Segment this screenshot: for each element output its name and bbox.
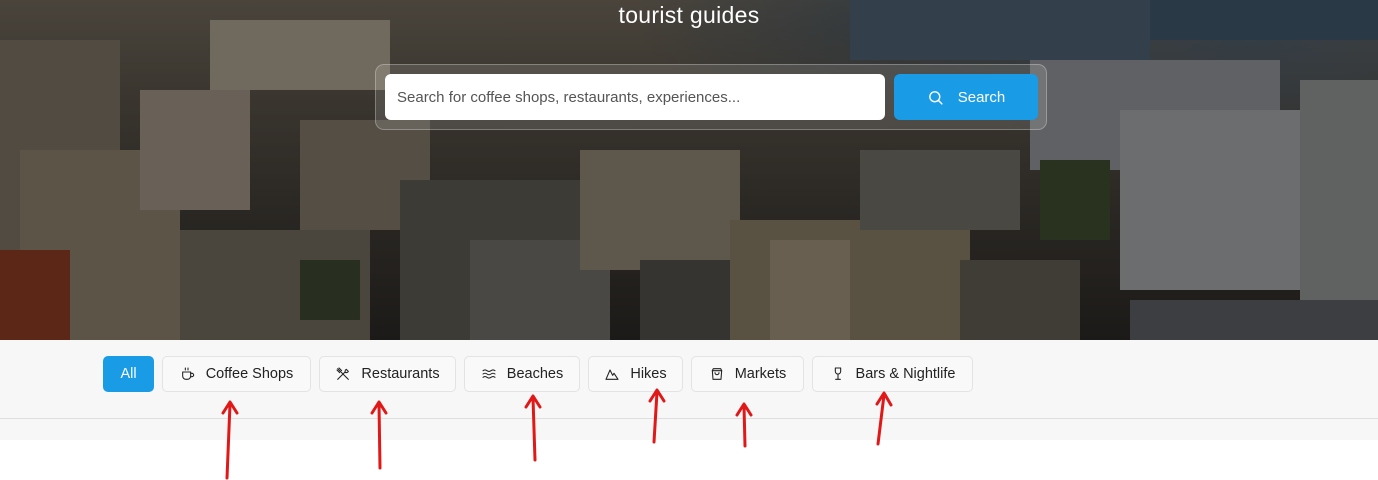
waves-icon [482,369,496,379]
category-filter-bar: All Coffee Shops Restaurants Beaches Hik… [0,340,1378,419]
category-label: Coffee Shops [205,366,294,382]
category-chip-restaurants[interactable]: Restaurants [319,356,456,392]
page-title: tourist guides [618,2,760,28]
coffee-cup-icon [181,367,194,380]
category-chip-bars-nightlife[interactable]: Bars & Nightlife [812,356,973,392]
category-chip-hikes[interactable]: Hikes [588,356,683,392]
category-chip-markets[interactable]: Markets [691,356,804,392]
category-label: Beaches [506,366,564,382]
search-icon [928,90,943,105]
search-input[interactable] [385,74,885,120]
search-bar: Search [375,64,1047,130]
category-label: Hikes [630,366,667,382]
content-area-top [0,419,1378,440]
category-chip-coffee-shops[interactable]: Coffee Shops [162,356,311,392]
shopping-bag-icon [711,368,722,380]
wine-glass-icon [834,367,841,380]
mountain-icon [605,369,619,380]
hero-banner: tourist guides Search [0,0,1378,340]
utensils-crossed-icon [336,367,350,380]
search-button[interactable]: Search [894,74,1038,120]
category-label: Markets [734,366,787,382]
search-button-label: Search [957,88,1006,106]
category-label: Restaurants [361,366,440,382]
category-label: Bars & Nightlife [855,366,956,382]
category-label: All [120,366,137,382]
category-chip-all[interactable]: All [103,356,154,392]
category-chip-beaches[interactable]: Beaches [464,356,580,392]
